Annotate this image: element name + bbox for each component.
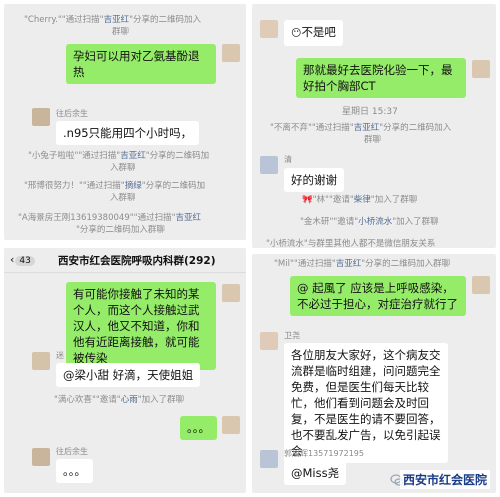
user-link[interactable]: 吉亚红 — [104, 15, 130, 25]
avatar[interactable] — [260, 156, 278, 174]
sender-name: 清 — [284, 155, 292, 164]
avatar[interactable] — [222, 416, 240, 434]
message-bubble-self[interactable]: 。。。 — [180, 416, 217, 440]
user-link[interactable]: 心雨 — [121, 395, 138, 405]
sender-name: 往后余生 — [56, 109, 88, 118]
user-link[interactable]: 吉亚红 — [175, 213, 201, 223]
avatar[interactable] — [260, 450, 278, 468]
system-message: "小兔子啦啦""通过扫描"吉亚红"分享的二维码加 — [28, 151, 210, 161]
avatar[interactable] — [472, 276, 490, 294]
sender-name: 迷 — [56, 351, 64, 360]
avatar[interactable] — [32, 352, 50, 370]
avatar[interactable] — [260, 332, 278, 350]
chat-header: ‹ 43 西安市红会医院呼吸内科群(292) — [4, 248, 246, 273]
system-message: 🎀"林""邀请"柴律"加入了群聊 — [302, 195, 418, 205]
system-message-line: 入群聊 — [110, 163, 136, 173]
system-message-line: 群聊 — [364, 135, 382, 145]
sender-name: 往后余生 — [56, 447, 88, 456]
system-message-line: 群聊 — [112, 27, 130, 37]
user-link[interactable]: 摘绿 — [125, 181, 142, 191]
message-bubble[interactable]: @Miss尧 — [284, 461, 347, 485]
message-bubble[interactable]: 😶不是吧 — [284, 20, 343, 46]
user-link[interactable]: 小桥流水 — [358, 217, 392, 227]
back-button[interactable]: ‹ 43 — [10, 253, 35, 266]
avatar[interactable] — [222, 44, 240, 62]
ribbon-icon: 🎀 — [302, 195, 313, 205]
sender-name: 郭朋辉13571972195 — [284, 449, 364, 458]
avatar[interactable] — [32, 448, 50, 466]
message-bubble[interactable]: 好的谢谢 — [284, 168, 344, 192]
message-bubble-self[interactable]: 那就最好去医院化验一下，最好拍个胸部CT — [296, 58, 466, 98]
user-link[interactable]: 柴律 — [354, 195, 371, 205]
unread-badge: 43 — [15, 256, 35, 266]
avatar[interactable] — [222, 284, 240, 302]
message-bubble-self[interactable]: 孕妇可以用对乙氨基酚退热 — [66, 44, 216, 84]
user-link[interactable]: 吉亚红 — [336, 259, 362, 269]
system-message: "不离不弃""通过扫描"吉亚红"分享的二维码加入 — [270, 123, 452, 133]
message-bubble[interactable]: 。。。 — [56, 459, 93, 483]
page-title: 西安市红会医院呼吸内科群(292) — [58, 255, 216, 267]
system-message: "Cherry.""通过扫描"吉亚红"分享的二维码加入 — [24, 15, 202, 25]
system-message: "A海景房王刚13619380049""通过扫描"吉亚红 — [18, 213, 201, 223]
chat-screenshot-3: ‹ 43 西安市红会医院呼吸内科群(292) 有可能你接触了未知的某个人，而这个人… — [4, 248, 246, 493]
user-link[interactable]: 吉亚红 — [120, 151, 146, 161]
message-bubble[interactable]: @梁小甜 好滴，天使姐姐 — [56, 363, 201, 387]
chevron-left-icon: ‹ — [10, 253, 15, 266]
message-bubble-self[interactable]: @ 起風了 应该是上呼吸感染，不必过于担心，对症治疗就行了 — [290, 276, 466, 316]
emoji-icon: 😶 — [291, 28, 302, 39]
avatar[interactable] — [472, 60, 490, 78]
system-message: "邢博很努力！""通过扫描"摘绿"分享的二维码加 — [24, 181, 206, 191]
system-message-line: 入群聊 — [110, 193, 136, 203]
avatar[interactable] — [260, 20, 278, 38]
system-message-line: "分享的二维码加入群聊 — [76, 225, 165, 235]
system-message: "金木研""邀请"小桥流水"加入了群聊 — [300, 217, 439, 227]
sender-name: 卫尧 — [284, 331, 300, 340]
chat-screenshot-2: 😶不是吧 那就最好去医院化验一下，最好拍个胸部CT 星期日 15:37 "不离不… — [252, 4, 496, 248]
system-message: "满心欢喜""邀请"心雨"加入了群聊 — [54, 395, 185, 405]
message-bubble[interactable]: .n95只能用四个小时吗， — [56, 121, 200, 145]
chat-screenshot-1: "Cherry.""通过扫描"吉亚红"分享的二维码加入 群聊 孕妇可以用对乙氨基… — [4, 4, 246, 240]
avatar[interactable] — [32, 108, 50, 126]
message-bubble[interactable]: 各位朋友大家好，这个病友交流群是临时组建，问问题完全免费，但是医生们每天比较忙，… — [284, 343, 448, 463]
timestamp: 星期日 15:37 — [342, 107, 398, 117]
system-message-partial: "小桥流水"与群里其他人都不是微信朋友关系 — [266, 239, 436, 248]
chat-screenshot-4: "Mil""通过扫描"吉亚红"分享的二维码加入群聊 @ 起風了 应该是上呼吸感染… — [252, 254, 496, 493]
watermark: 西安市红会医院 — [399, 470, 490, 489]
system-message: "Mil""通过扫描"吉亚红"分享的二维码加入群聊 — [274, 259, 451, 269]
message-bubble-self[interactable]: 有可能你接触了未知的某个人，而这个人接触过武汉人，他又不知道，你和他有近距离接触… — [66, 282, 216, 370]
user-link[interactable]: 吉亚红 — [354, 123, 380, 133]
